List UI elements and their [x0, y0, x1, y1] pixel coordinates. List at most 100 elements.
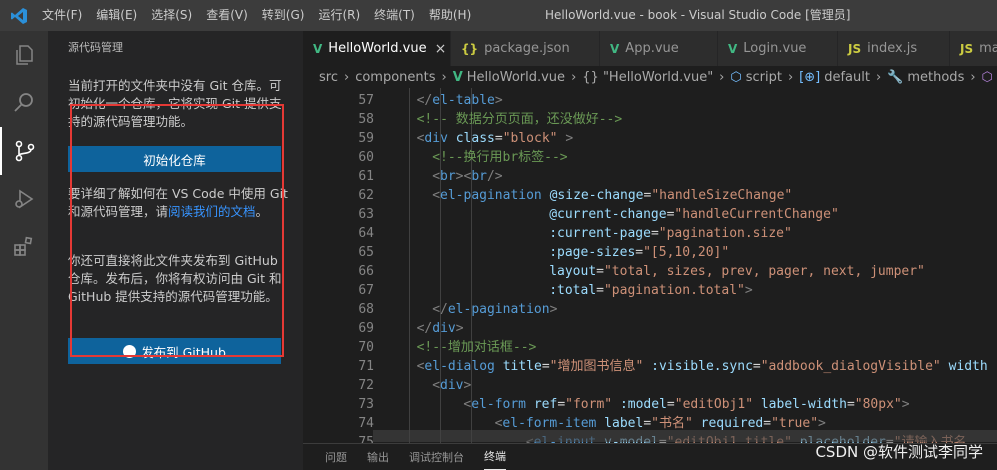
- menu-edit[interactable]: 编辑(E): [89, 0, 144, 31]
- code-line: 72 <div>: [303, 376, 997, 395]
- source-control-icon[interactable]: [0, 127, 48, 175]
- publish-button-label: 发布到 GitHub: [141, 344, 226, 360]
- code-editor[interactable]: 57 </el-table> 58 <!-- 数据分页页面，还没做好--> 59 <div…: [303, 88, 997, 443]
- line-number: 71: [358, 359, 374, 374]
- line-number: 68: [358, 302, 374, 317]
- tab-label: App.vue: [625, 41, 679, 56]
- wrench-icon: 🔧: [887, 69, 904, 85]
- code-line: 65 :page-sizes="[5,10,20]": [303, 243, 997, 262]
- code-line: 58 <!-- 数据分页页面，还没做好-->: [303, 110, 997, 129]
- menu-file[interactable]: 文件(F): [38, 0, 89, 31]
- breadcrumb-item[interactable]: components: [355, 70, 435, 85]
- run-debug-icon[interactable]: [0, 175, 48, 223]
- no-repo-message: 当前打开的文件夹中没有 Git 仓库。可初始化一个仓库，它将实现 Git 提供支…: [68, 78, 282, 129]
- js-file-icon: JS: [960, 41, 974, 56]
- code-text: <el-dialog title="增加图书信息" :visible.sync=…: [416, 359, 988, 374]
- menu-view[interactable]: 查看(V): [199, 0, 255, 31]
- tab-index-js[interactable]: JS index.js: [838, 31, 950, 66]
- menu-bar: 文件(F) 编辑(E) 选择(S) 查看(V) 转到(G) 运行(R) 终端(T…: [38, 0, 478, 31]
- tab-debug-console[interactable]: 调试控制台: [409, 444, 464, 470]
- tab-app-vue[interactable]: V App.vue: [600, 31, 718, 66]
- title-bar: 文件(F) 编辑(E) 选择(S) 查看(V) 转到(G) 运行(R) 终端(T…: [0, 0, 997, 31]
- read-docs-link[interactable]: 阅读我们的文档: [168, 204, 256, 219]
- line-number: 57: [358, 93, 374, 108]
- menu-run[interactable]: 运行(R): [311, 0, 367, 31]
- line-number: 75: [358, 435, 374, 443]
- line-number: 63: [358, 207, 374, 222]
- publish-to-github-button[interactable]: 发布到 GitHub: [68, 338, 281, 364]
- code-line: 63 @current-change="handleCurrentChange": [303, 205, 997, 224]
- breadcrumb-item[interactable]: default: [824, 70, 870, 85]
- line-number: 65: [358, 245, 374, 260]
- menu-terminal[interactable]: 终端(T): [367, 0, 422, 31]
- github-icon: [123, 344, 137, 358]
- code-line: 64:current-page="pagination.size": [303, 224, 997, 243]
- learn-more-end: 。: [255, 204, 269, 219]
- method-icon: ⬡: [981, 69, 993, 85]
- explorer-icon[interactable]: [0, 31, 48, 79]
- tab-label: HelloWorld.vue: [328, 41, 427, 56]
- tab-terminal[interactable]: 终端: [484, 444, 506, 470]
- watermark: CSDN @软件测试李同学: [815, 443, 983, 461]
- tab-label: Login.vue: [743, 41, 807, 56]
- code-line: 73 <el-form ref="form" :model="editObj1" …: [303, 395, 997, 414]
- vue-file-icon: V: [313, 41, 323, 56]
- line-number: 66: [358, 264, 374, 279]
- activity-bar: [0, 31, 48, 470]
- line-number: 64: [358, 226, 374, 241]
- line-number: 59: [358, 131, 374, 146]
- breadcrumb-item[interactable]: HelloWorld.vue: [467, 70, 565, 85]
- editor-tabs: V HelloWorld.vue × {} package.json V App…: [303, 31, 997, 66]
- tab-package-json[interactable]: {} package.json: [451, 31, 600, 66]
- code-line: 71 <el-dialog title="增加图书信息" :visible.syn…: [303, 357, 997, 376]
- code-text: :total="pagination.total">: [549, 283, 753, 298]
- breadcrumb: src › components › V HelloWorld.vue › {} "He…: [303, 66, 997, 88]
- vscode-logo-icon: [0, 0, 38, 31]
- json-file-icon: {}: [461, 41, 479, 56]
- tab-problems[interactable]: 问题: [325, 444, 347, 470]
- code-line: 59 <div class="block" >: [303, 129, 997, 148]
- vue-file-icon: V: [610, 41, 620, 56]
- code-line: 62 <el-pagination @size-change="handleSiz…: [303, 186, 997, 205]
- code-line: 66 layout="total, sizes, prev, pager, nex…: [303, 262, 997, 281]
- property-icon: [⊕]: [799, 69, 821, 85]
- publish-message: 你还可直接将此文件夹发布到 GitHub 仓库。发布后，你将有权访问由 Git …: [68, 253, 282, 304]
- breadcrumb-item[interactable]: script: [746, 70, 782, 85]
- code-line: 61 <br><br/>: [303, 167, 997, 186]
- breadcrumb-item[interactable]: src: [319, 70, 338, 85]
- line-number: 72: [358, 378, 374, 393]
- code-text: <el-form ref="form" :model="editObj1" la…: [463, 397, 910, 412]
- code-line: 67 :total="pagination.total">: [303, 281, 997, 300]
- line-number: 73: [358, 397, 374, 412]
- menu-go[interactable]: 转到(G): [255, 0, 312, 31]
- vue-file-icon: V: [728, 41, 738, 56]
- line-number: 70: [358, 340, 374, 355]
- close-icon[interactable]: ×: [435, 41, 447, 57]
- tab-output[interactable]: 输出: [367, 444, 389, 470]
- tab-login-vue[interactable]: V Login.vue: [718, 31, 838, 66]
- tab-ma[interactable]: JS ma: [950, 31, 997, 66]
- search-icon[interactable]: [0, 79, 48, 127]
- menu-help[interactable]: 帮助(H): [422, 0, 478, 31]
- module-icon: ⬡: [730, 69, 742, 85]
- tab-helloworld-vue[interactable]: V HelloWorld.vue ×: [303, 31, 451, 66]
- window-title: HelloWorld.vue - book - Visual Studio Co…: [545, 8, 851, 22]
- code-text: </el-table>: [416, 93, 503, 108]
- breadcrumb-item[interactable]: methods: [907, 70, 964, 85]
- initialize-repository-button[interactable]: 初始化仓库: [68, 146, 281, 172]
- learn-more-message: 要详细了解如何在 VS Code 中使用 Git 和源代码管理，请阅读我们的文档…: [68, 185, 288, 221]
- code-text: </el-pagination>: [432, 302, 558, 317]
- code-text: <div>: [432, 378, 472, 393]
- code-text: layout="total, sizes, prev, pager, next,…: [549, 264, 925, 279]
- code-text: <br><br/>: [432, 169, 503, 184]
- extensions-icon[interactable]: [0, 223, 48, 271]
- line-number: 60: [358, 150, 374, 165]
- breadcrumb-item[interactable]: {} "HelloWorld.vue": [582, 70, 713, 85]
- code-text: <div class="block" >: [416, 131, 574, 146]
- code-text: :page-sizes="[5,10,20]": [549, 245, 730, 260]
- line-number: 67: [358, 283, 374, 298]
- code-text: <el-pagination @size-change="handleSizeC…: [432, 188, 793, 203]
- code-text: </div>: [416, 321, 464, 336]
- menu-selection[interactable]: 选择(S): [144, 0, 199, 31]
- line-number: 62: [358, 188, 374, 203]
